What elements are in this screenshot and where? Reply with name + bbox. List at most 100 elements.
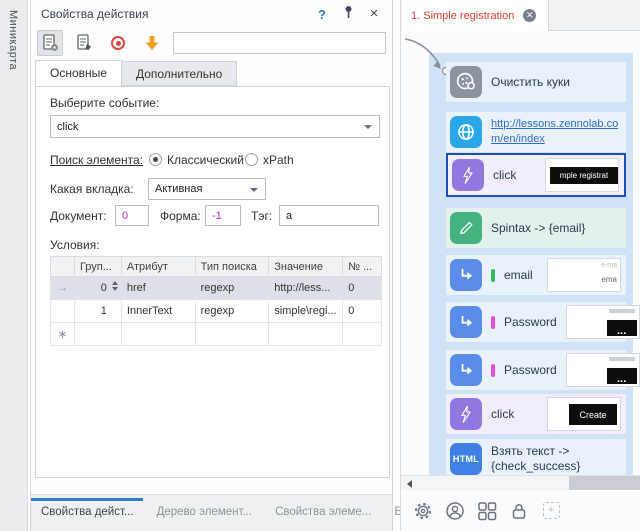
chevron-down-icon (364, 125, 372, 129)
block-url-link[interactable]: http://lessons.zennolab.com/en/index (491, 117, 621, 147)
flow-canvas[interactable]: Очистить куки http://lessons.zennolab.co… (401, 31, 640, 475)
close-tab-icon[interactable]: ✕ (523, 9, 536, 22)
action-filter-input[interactable] (173, 32, 386, 54)
action-edit-icon[interactable] (71, 30, 97, 56)
which-tab-select[interactable]: Активная (148, 178, 266, 200)
action-settings-icon[interactable] (37, 30, 63, 56)
apps-grid-icon[interactable] (477, 501, 497, 521)
block-label: Password (504, 315, 557, 329)
header-number[interactable]: № ... (343, 257, 382, 277)
close-icon[interactable]: × (366, 7, 382, 21)
cell-group[interactable]: 0 (74, 277, 121, 300)
project-tab-label: 1. Simple registration (411, 10, 514, 22)
block-label: Очистить куки (491, 75, 570, 89)
action-properties-panel: Свойства действия ? × Основные Дополните… (30, 0, 393, 531)
block-label: email (504, 268, 533, 282)
table-new-row[interactable]: ∗ (51, 323, 382, 346)
bottom-tab-element-properties[interactable]: Свойства элеме... (275, 506, 371, 518)
block-label: click (491, 407, 514, 421)
panel-bottom-tabbar: Свойства дейст... Дерево элемент... Свой… (31, 494, 392, 531)
cell-value[interactable]: simple\regi... (269, 300, 343, 323)
cell-number[interactable]: 0 (343, 300, 382, 323)
element-search-link[interactable]: Поиск элемента: (50, 153, 143, 167)
radio-xpath[interactable] (245, 153, 258, 166)
add-area-icon[interactable]: + (541, 501, 561, 521)
variable-marker (491, 364, 495, 377)
profile-icon[interactable] (445, 501, 465, 521)
horizontal-scrollbar[interactable] (401, 475, 640, 490)
minimap-strip[interactable]: Миникарта (0, 0, 28, 531)
action-block-click-selected[interactable]: click mple registrat (446, 153, 626, 197)
action-block-set-password[interactable]: Password ... (446, 302, 626, 342)
form-value: -1 (212, 210, 222, 222)
tab-main[interactable]: Основные (35, 60, 122, 86)
document-input[interactable]: 0 (115, 205, 149, 226)
radio-xpath-label[interactable]: xPath (263, 153, 294, 167)
html-icon: HTML (450, 443, 482, 475)
action-block-get-text[interactable]: HTML Взять текст -> {check_success} (446, 439, 626, 475)
bottom-tab-element-tree[interactable]: Дерево элемент... (157, 506, 253, 518)
document-value: 0 (122, 210, 128, 222)
thumbnail-text: mple registrat (550, 167, 618, 184)
conditions-label: Условия: (50, 238, 100, 252)
row-selector-arrow: → (51, 277, 75, 300)
cell-attribute[interactable]: href (121, 277, 195, 300)
panel-toolbar (31, 28, 392, 58)
down-arrow-icon[interactable] (139, 30, 165, 56)
action-block-set-password[interactable]: Password ... (446, 350, 626, 390)
pencil-icon (450, 212, 482, 244)
header-group[interactable]: Груп... (74, 257, 121, 277)
active-tab-indicator (31, 498, 143, 501)
scrollbar-thumb[interactable] (569, 476, 640, 490)
action-block-set-email[interactable]: email e-ma ema (446, 255, 626, 295)
block-thumbnail: ... (566, 305, 640, 339)
event-select[interactable]: click (50, 115, 380, 138)
group-stepper[interactable] (112, 281, 118, 291)
block-label: Password (504, 363, 557, 377)
radio-classic[interactable] (149, 153, 162, 166)
action-block-click-create[interactable]: click Create (446, 394, 626, 434)
form-input[interactable]: -1 (205, 205, 241, 226)
pin-icon[interactable] (340, 5, 356, 24)
which-tab-value: Активная (155, 183, 202, 195)
tag-input[interactable]: a (279, 205, 379, 226)
arrow-into-icon (450, 354, 482, 386)
variable-marker (491, 316, 495, 329)
cell-attribute[interactable]: InnerText (121, 300, 195, 323)
table-row[interactable]: 1 InnerText regexp simple\regi... 0 (51, 300, 382, 323)
thumbnail-text: ... (607, 368, 637, 384)
action-block-clear-cookies[interactable]: Очистить куки (446, 62, 626, 102)
header-search-type[interactable]: Тип поиска (195, 257, 269, 277)
form-label: Форма: (160, 209, 201, 223)
cell-value[interactable]: http://less... (269, 277, 343, 300)
action-block-goto-url[interactable]: http://lessons.zennolab.com/en/index (446, 112, 626, 152)
project-tab[interactable]: 1. Simple registration ✕ (402, 0, 549, 31)
radio-classic-label[interactable]: Классический (167, 153, 244, 167)
cell-search-type[interactable]: regexp (195, 277, 269, 300)
header-attribute[interactable]: Атрибут (121, 257, 195, 277)
bottom-tab-action-properties[interactable]: Свойства дейст... (41, 506, 134, 518)
panel-title: Свойства действия (41, 7, 304, 21)
arrow-into-icon (450, 259, 482, 291)
panel-titlebar: Свойства действия ? × (31, 0, 392, 28)
header-value[interactable]: Значение (269, 257, 343, 277)
cell-search-type[interactable]: regexp (195, 300, 269, 323)
header-selector (51, 257, 75, 277)
tab-additional[interactable]: Дополнительно (122, 61, 237, 86)
cell-group[interactable]: 1 (74, 300, 121, 323)
settings-icon[interactable] (413, 501, 433, 521)
table-row[interactable]: → 0 href regexp http://less... 0 (51, 277, 382, 300)
action-block-spintax[interactable]: Spintax -> {email} (446, 208, 626, 248)
cookies-icon (450, 66, 482, 98)
event-select-value: click (57, 121, 78, 133)
globe-icon (450, 116, 482, 148)
project-flow-panel: 1. Simple registration ✕ Очистить куки h… (400, 0, 640, 531)
block-label: click (493, 168, 516, 182)
scroll-left-icon[interactable] (407, 480, 412, 488)
cell-number[interactable]: 0 (343, 277, 382, 300)
help-icon[interactable]: ? (314, 7, 330, 22)
event-label: Выберите событие: (50, 96, 159, 110)
lock-icon[interactable] (509, 501, 529, 521)
tag-label: Тэг: (251, 209, 272, 223)
record-icon[interactable] (105, 30, 131, 56)
